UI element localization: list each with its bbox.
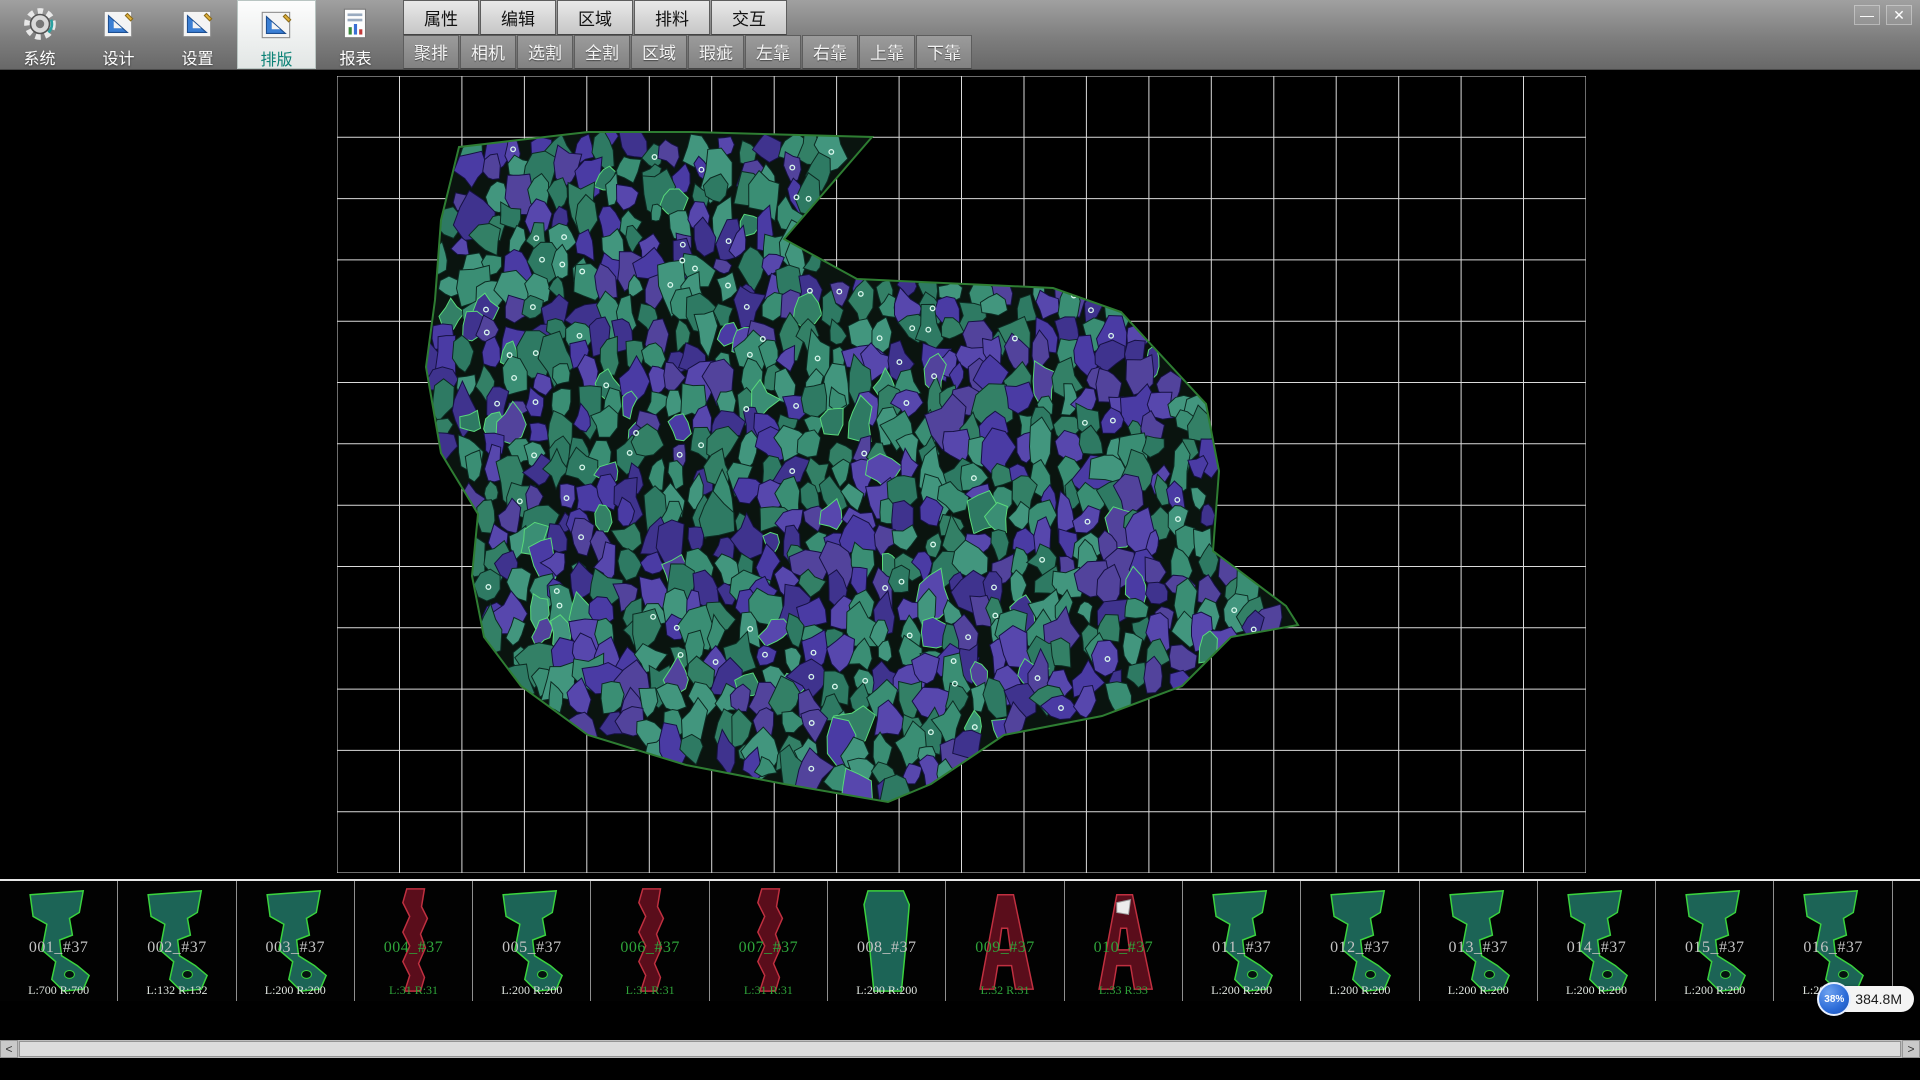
piece-thumbnail-strip: 001_#37L:700 R:700002_#37L:132 R:132003_… xyxy=(0,879,1920,1001)
layout-icon xyxy=(258,6,296,44)
tool-button-cut-all[interactable]: 全割 xyxy=(574,35,630,70)
piece-id: 007_#37 xyxy=(710,939,827,957)
tool-button-snap-top[interactable]: 上靠 xyxy=(859,35,915,70)
piece-lr: L:200 R:200 xyxy=(1301,983,1418,998)
menu-area: 属性编辑区域排料交互 聚排相机选割全割区域瑕疵左靠右靠上靠下靠 xyxy=(403,0,973,69)
piece-id: 002_#37 xyxy=(118,939,235,957)
piece-thumbnail[interactable]: 003_#37 L:200 R:200 xyxy=(237,881,355,1001)
toolbar-label: 报表 xyxy=(339,45,371,69)
piece-lr: L:31 R:31 xyxy=(591,983,708,998)
menu-tab-row: 属性编辑区域排料交互 xyxy=(403,0,973,35)
piece-id: 005_#37 xyxy=(473,939,590,957)
tool-button-select-cut[interactable]: 选割 xyxy=(517,35,573,70)
horizontal-scrollbar[interactable]: < > xyxy=(0,1040,1920,1058)
menu-tab-interact[interactable]: 交互 xyxy=(711,0,787,35)
menu-tab-properties[interactable]: 属性 xyxy=(403,0,479,35)
piece-lr: L:200 R:200 xyxy=(828,983,945,998)
toolbar-report[interactable]: 报表 xyxy=(316,0,395,69)
toolbar-label: 排版 xyxy=(260,46,292,70)
minimize-button[interactable]: — xyxy=(1854,5,1880,25)
piece-thumbnail[interactable]: 010_#37 L:33 R:33 xyxy=(1065,881,1183,1001)
piece-lr: L:132 R:132 xyxy=(118,983,235,998)
piece-id: 011_#37 xyxy=(1183,939,1300,957)
piece-lr: L:200 R:200 xyxy=(1656,983,1773,998)
scroll-left-button[interactable]: < xyxy=(0,1040,18,1058)
tool-button-region[interactable]: 区域 xyxy=(631,35,687,70)
progress-percent: 38% xyxy=(1824,994,1844,1005)
piece-id: 013_#37 xyxy=(1420,939,1537,957)
piece-id: 008_#37 xyxy=(828,939,945,957)
piece-lr: L:700 R:700 xyxy=(0,983,117,998)
piece-thumbnail[interactable]: 011_#37 L:200 R:200 xyxy=(1183,881,1301,1001)
toolbar-system[interactable]: 系统 xyxy=(0,0,79,69)
piece-id: 016_#37 xyxy=(1774,939,1891,957)
piece-id: 012_#37 xyxy=(1301,939,1418,957)
memory-value: 384.8M xyxy=(1855,991,1902,1007)
top-toolbar: 系统设计设置排版报表 属性编辑区域排料交互 聚排相机选割全割区域瑕疵左靠右靠上靠… xyxy=(0,0,1920,70)
toolbar-label: 设计 xyxy=(102,45,134,69)
tool-button-snap-bottom[interactable]: 下靠 xyxy=(916,35,972,70)
nesting-canvas[interactable] xyxy=(337,76,1586,873)
tool-button-row: 聚排相机选割全割区域瑕疵左靠右靠上靠下靠 xyxy=(403,35,973,70)
piece-thumbnail[interactable]: 002_#37 L:132 R:132 xyxy=(118,881,236,1001)
scrollbar-thumb[interactable] xyxy=(19,1041,1901,1057)
piece-lr: L:33 R:33 xyxy=(1065,983,1182,998)
piece-id: 015_#37 xyxy=(1656,939,1773,957)
piece-thumbnail[interactable]: 009_#37 L:32 R:31 xyxy=(946,881,1064,1001)
window-controls: — ✕ xyxy=(1854,5,1912,25)
piece-lr: L:31 R:31 xyxy=(710,983,827,998)
menu-tab-nesting[interactable]: 排料 xyxy=(634,0,710,35)
piece-id: 009_#37 xyxy=(946,939,1063,957)
piece-id: 010_#37 xyxy=(1065,939,1182,957)
report-icon xyxy=(337,5,375,43)
close-button[interactable]: ✕ xyxy=(1886,5,1912,25)
piece-lr: L:200 R:200 xyxy=(1420,983,1537,998)
piece-thumbnail[interactable]: 015_#37 L:200 R:200 xyxy=(1656,881,1774,1001)
canvas-area xyxy=(0,70,1920,879)
design-icon xyxy=(100,5,138,43)
piece-thumbnail[interactable]: 012_#37 L:200 R:200 xyxy=(1301,881,1419,1001)
piece-thumbnail[interactable]: 008_#37 L:200 R:200 xyxy=(828,881,946,1001)
tool-button-defect[interactable]: 瑕疵 xyxy=(688,35,744,70)
piece-lr: L:200 R:200 xyxy=(1538,983,1655,998)
piece-thumbnail[interactable]: 014_#37 L:200 R:200 xyxy=(1538,881,1656,1001)
tool-button-snap-left[interactable]: 左靠 xyxy=(745,35,801,70)
piece-thumbnail[interactable]: 001_#37 L:700 R:700 xyxy=(0,881,118,1001)
gear-icon xyxy=(21,5,59,43)
piece-id: 004_#37 xyxy=(355,939,472,957)
piece-id: 003_#37 xyxy=(237,939,354,957)
piece-id: 006_#37 xyxy=(591,939,708,957)
piece-lr: L:200 R:200 xyxy=(237,983,354,998)
menu-tab-edit[interactable]: 编辑 xyxy=(480,0,556,35)
piece-lr: L:200 R:200 xyxy=(473,983,590,998)
toolbar-settings[interactable]: 设置 xyxy=(158,0,237,69)
toolbar-label: 设置 xyxy=(181,45,213,69)
tool-button-camera[interactable]: 相机 xyxy=(460,35,516,70)
progress-indicator: 384.8M 38% xyxy=(1817,982,1914,1016)
toolbar-design[interactable]: 设计 xyxy=(79,0,158,69)
toolbar-label: 系统 xyxy=(23,45,55,69)
scroll-right-button[interactable]: > xyxy=(1902,1040,1920,1058)
piece-id: 014_#37 xyxy=(1538,939,1655,957)
piece-thumbnail[interactable]: 004_#37 L:31 R:31 xyxy=(355,881,473,1001)
tool-button-snap-right[interactable]: 右靠 xyxy=(802,35,858,70)
piece-thumbnail[interactable]: 013_#37 L:200 R:200 xyxy=(1420,881,1538,1001)
tool-button-cluster-nest[interactable]: 聚排 xyxy=(403,35,459,70)
menu-tab-region[interactable]: 区域 xyxy=(557,0,633,35)
piece-thumbnail[interactable]: 005_#37 L:200 R:200 xyxy=(473,881,591,1001)
piece-thumbnail[interactable]: 006_#37 L:31 R:31 xyxy=(591,881,709,1001)
piece-thumbnail[interactable]: 007_#37 L:31 R:31 xyxy=(710,881,828,1001)
main-toolbar: 系统 设计 设置 排版 报表 xyxy=(0,0,395,69)
piece-lr: L:31 R:31 xyxy=(355,983,472,998)
toolbar-layout[interactable]: 排版 xyxy=(237,0,316,69)
piece-lr: L:200 R:200 xyxy=(1183,983,1300,998)
settings-icon xyxy=(179,5,217,43)
piece-lr: L:32 R:31 xyxy=(946,983,1063,998)
piece-id: 001_#37 xyxy=(0,939,117,957)
